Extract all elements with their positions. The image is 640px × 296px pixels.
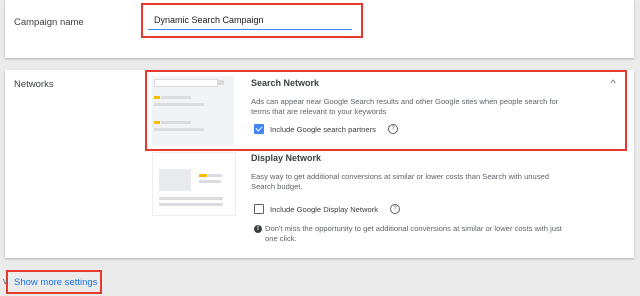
search-network-description-2: terms that are relevant to your keywords xyxy=(251,107,387,116)
display-network-checkbox[interactable] xyxy=(254,204,264,214)
chevron-down-icon: v xyxy=(3,276,8,286)
display-network-description-2: Search budget. xyxy=(251,182,303,191)
display-network-note-1: Don't miss the opportunity to get additi… xyxy=(265,224,562,233)
help-icon[interactable]: ? xyxy=(390,204,400,214)
search-partners-checkbox[interactable] xyxy=(254,124,264,134)
search-network-title: Search Network xyxy=(251,78,320,88)
display-network-note-2: one click. xyxy=(265,234,297,243)
display-network-title: Display Network xyxy=(251,153,322,163)
search-partners-label: Include Google search partners xyxy=(270,125,376,134)
help-icon[interactable]: ? xyxy=(388,124,398,134)
search-network-illustration xyxy=(152,76,234,146)
chevron-up-icon[interactable]: ^ xyxy=(610,78,616,88)
show-more-settings-link[interactable]: Show more settings xyxy=(14,277,97,288)
display-network-label: Include Google Display Network xyxy=(270,205,379,214)
display-network-description-1: Easy way to get additional conversions a… xyxy=(251,172,549,181)
campaign-name-input[interactable] xyxy=(148,10,352,30)
networks-label: Networks xyxy=(14,79,54,90)
search-network-description-1: Ads can appear near Google Search result… xyxy=(251,97,559,106)
display-network-illustration xyxy=(152,152,236,216)
info-icon: ! xyxy=(254,225,262,233)
campaign-name-label: Campaign name xyxy=(14,17,84,28)
